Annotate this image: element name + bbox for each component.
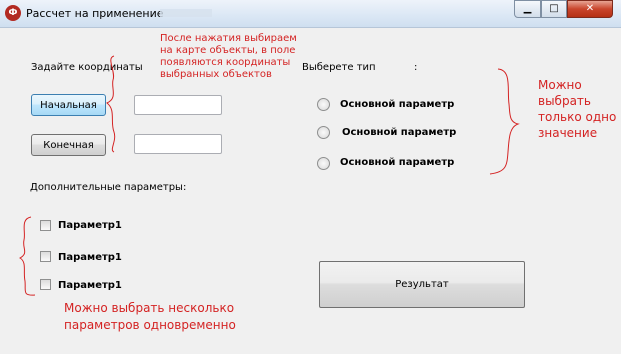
- annotation-braces: [18, 55, 520, 296]
- main-window: Ф Рассчет на применение ▁ □ ✕ Задайте ко…: [0, 0, 621, 354]
- brace-params: [18, 216, 36, 296]
- brace-coordinates: [106, 55, 116, 153]
- brace-type: [489, 68, 520, 175]
